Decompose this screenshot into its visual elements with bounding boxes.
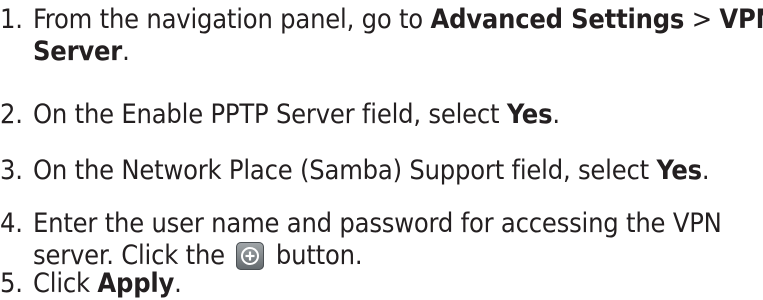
instruction-steps: 1. From the navigation panel, go to Advan…: [0, 0, 763, 299]
step-text: .: [701, 155, 710, 186]
step-text: From the navigation panel, go to: [33, 4, 431, 35]
step-5: 5. Click Apply.: [0, 268, 182, 300]
step-text: Enter the user name and password for acc…: [33, 208, 722, 239]
step-number: 5.: [0, 268, 23, 299]
step-emphasis: Yes: [656, 155, 702, 186]
step-continuation: Server.: [0, 36, 763, 68]
step-emphasis: Apply: [97, 268, 175, 299]
step-text: .: [174, 268, 182, 299]
step-number: 3.: [0, 155, 23, 186]
step-text: server. Click the: [33, 240, 233, 271]
step-text: .: [552, 99, 560, 130]
step-2: 2. On the Enable PPTP Server field, selec…: [0, 99, 560, 131]
step-number: 4.: [0, 208, 23, 239]
add-button[interactable]: [236, 242, 265, 270]
step-text: Click: [33, 268, 98, 299]
step-text: >: [684, 4, 720, 35]
step-emphasis: Yes: [506, 99, 553, 130]
step-3: 3. On the Network Place (Samba) Support f…: [0, 155, 710, 187]
step-text: button.: [268, 240, 363, 271]
add-circle-icon: [241, 247, 260, 265]
step-text: On the Network Place (Samba) Support fie…: [33, 155, 657, 186]
step-text: On the Enable PPTP Server field, select: [33, 99, 507, 130]
step-emphasis: VPN: [719, 4, 763, 35]
step-emphasis: Server: [33, 36, 123, 67]
step-emphasis: Advanced Settings: [430, 4, 685, 35]
step-number: 2.: [0, 99, 23, 130]
step-text: .: [122, 36, 130, 67]
step-number: 1.: [0, 4, 23, 35]
step-4: 4. Enter the user name and password for a…: [0, 208, 722, 272]
step-1: 1. From the navigation panel, go to Advan…: [0, 4, 763, 68]
